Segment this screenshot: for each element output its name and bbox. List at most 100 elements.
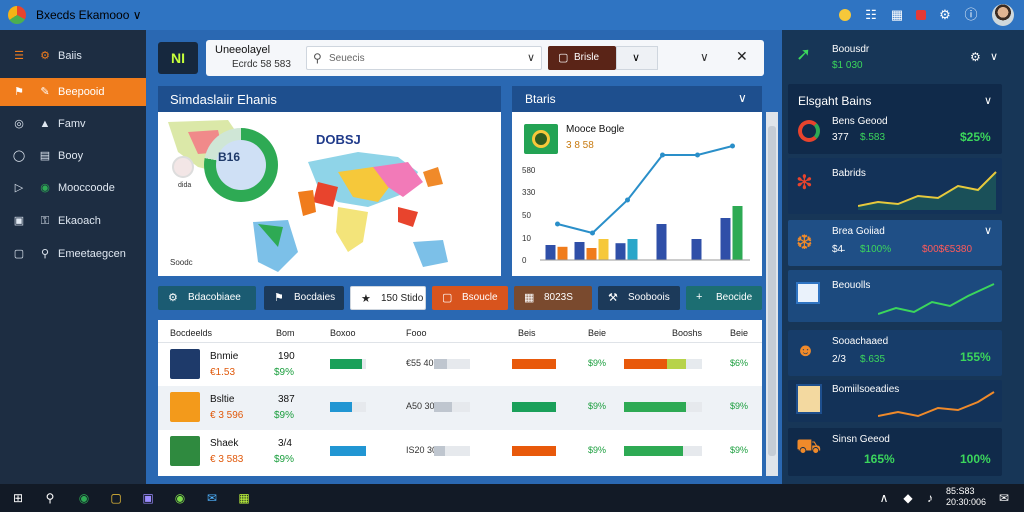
tab-0[interactable]: ⚙ Bdacobiaee <box>158 286 256 310</box>
right-card[interactable]: ❆ Brea Goiiad $4̵ $100% $00$€5380 ∨ <box>788 220 1002 266</box>
tab-label: Sooboois <box>628 292 670 303</box>
file-icon <box>170 436 200 466</box>
sidebar-item-0[interactable]: ☰ ⚙ Baiis <box>0 42 146 70</box>
y-tick: 330 <box>522 188 536 197</box>
header-dropdown[interactable]: ∨ <box>616 46 658 70</box>
sidebar-item-2[interactable]: ◎ ▲ Famv <box>0 110 146 138</box>
right-card[interactable]: Beouolls <box>788 270 1002 322</box>
tab-2[interactable]: ★ 150 Stido <box>350 286 426 310</box>
folder-icon[interactable]: ▢ <box>106 488 126 508</box>
sidebar-item-3[interactable]: ◯ ▤ Booy <box>0 142 146 170</box>
tab-label: Bocdaies <box>294 292 336 303</box>
settings-icon[interactable]: ⚙ <box>970 50 981 64</box>
column-header[interactable]: Fooo <box>406 328 427 338</box>
terminal-icon[interactable]: ▦ <box>234 488 254 508</box>
calendar-icon[interactable]: ▦ <box>888 6 906 24</box>
right-card[interactable]: ☻ Sooachaaed 2/3 $.635 155% <box>788 330 1002 376</box>
column-header[interactable]: Booshs <box>672 328 702 338</box>
window-icon: ▣ <box>13 215 25 227</box>
scrollbar-thumb[interactable] <box>768 126 776 456</box>
row-value: €1.53 <box>210 367 236 378</box>
play-icon: ▷ <box>14 182 24 194</box>
game-icon[interactable]: ◉ <box>170 488 190 508</box>
avatar[interactable] <box>992 4 1014 26</box>
sidebar-item-4[interactable]: ▷ ◉ Mooccoode <box>0 174 146 202</box>
row-value: € 3 596 <box>210 410 244 421</box>
file-icon <box>170 349 200 379</box>
bell-icon[interactable]: ⚙ <box>936 6 954 24</box>
chart-bar <box>615 243 626 260</box>
search-input[interactable]: ⚲ Seuecis ∨ <box>306 46 542 70</box>
table-row[interactable]: Bnmie €1.53 190 $9% €55 40 $9% $6% <box>158 342 762 386</box>
volume-icon[interactable]: ♪ <box>920 488 940 508</box>
chevron-down-icon[interactable]: ∨ <box>984 224 992 237</box>
chart-point <box>730 143 735 149</box>
row-rate: $9% <box>274 410 295 421</box>
card-v1: $4̵ <box>832 244 844 255</box>
tab-label: 150 Stido <box>381 293 424 304</box>
sidebar-item-1[interactable]: ⚑ ✎ Beepooid <box>0 78 146 106</box>
right-card[interactable]: ✻ Babrids <box>788 158 1002 214</box>
chevron-up-icon[interactable]: ∧ <box>874 488 894 508</box>
header-action-button[interactable]: ▢ Brisle <box>548 46 616 70</box>
coin-icon[interactable] <box>836 6 854 24</box>
app-icon[interactable]: ▣ <box>138 488 158 508</box>
grid-icon: ▦ <box>524 292 535 304</box>
sidebar-item-6[interactable]: ▢ ⚲ Emeetaegcen <box>0 240 146 268</box>
mail-icon[interactable]: ✉ <box>202 488 222 508</box>
tab-6[interactable]: + Beocide <box>686 286 762 310</box>
column-header[interactable]: Beis <box>518 328 536 338</box>
info-icon[interactable]: ⓘ <box>962 6 980 24</box>
chart-bar <box>598 239 609 260</box>
table-row[interactable]: Bsltie € 3 596 387 $9% A50 30 $9% $9% <box>158 386 762 430</box>
bar-line-chart[interactable] <box>540 130 750 270</box>
tab-1[interactable]: ⚑ Bocdaies <box>264 286 344 310</box>
record-icon[interactable] <box>912 6 930 24</box>
row-bar <box>512 359 556 369</box>
card-percent: 155% <box>960 350 991 364</box>
column-header[interactable]: Beie <box>588 328 606 338</box>
map-marker-icon[interactable] <box>172 156 194 178</box>
start-icon[interactable]: ⊞ <box>8 488 28 508</box>
right-card[interactable]: Elsgaht Bains ∨ Bens Geood 377 $.583 $25… <box>788 84 1002 154</box>
right-card[interactable]: Bomiilsoeadies <box>788 380 1002 422</box>
clock[interactable]: 85:S83 20:30:006 <box>946 486 986 508</box>
clock-date: 20:30:006 <box>946 497 987 507</box>
sidebar-item-5[interactable]: ▣ ⚿ Ekaoach <box>0 207 146 235</box>
app-title[interactable]: Bxecds Ekamooo ∨ <box>36 8 142 22</box>
clipboard-icon[interactable]: ☷ <box>862 6 880 24</box>
box-icon: ▢ <box>442 292 453 304</box>
column-header[interactable]: Beie <box>730 328 748 338</box>
chevron-down-icon[interactable]: ∨ <box>700 50 709 64</box>
tab-4[interactable]: ▦ 8023S <box>514 286 592 310</box>
card-percent: $00$€5380 <box>922 244 973 255</box>
browser-icon[interactable]: ◉ <box>74 488 94 508</box>
table-row[interactable]: Shaek € 3 583 3/4 $9% IS20 30 $9% $9% <box>158 430 762 474</box>
layers-icon: ☰ <box>14 50 24 62</box>
chevron-down-icon[interactable]: ∨ <box>738 91 747 105</box>
chart-panel-title: Btaris <box>525 92 556 106</box>
network-icon[interactable]: ◆ <box>898 488 918 508</box>
right-card[interactable]: ⛟ Sinsn Geeod 165% 100% <box>788 428 1002 476</box>
search-icon: ⚲ <box>313 51 322 65</box>
lock-icon: ⚿ <box>40 215 50 227</box>
search-icon[interactable]: ⚲ <box>40 488 60 508</box>
search-placeholder: Seuecis <box>329 53 365 64</box>
column-header[interactable]: Bocdeelds <box>170 328 212 338</box>
row-value: € 3 583 <box>210 454 244 465</box>
notification-icon[interactable]: ✉ <box>994 488 1014 508</box>
sidebar-item-label: Beepooid <box>58 86 105 98</box>
chart-point <box>695 152 700 158</box>
column-header[interactable]: Boxoo <box>330 328 356 338</box>
column-header[interactable]: Bom <box>276 328 295 338</box>
close-icon[interactable]: ✕ <box>736 48 748 65</box>
chevron-down-icon[interactable]: ∨ <box>990 50 998 63</box>
chevron-down-icon[interactable]: ∨ <box>527 51 535 64</box>
tab-3[interactable]: ▢ Bsoucle <box>432 286 508 310</box>
row-bar <box>434 402 452 412</box>
target-icon: ◉ <box>40 182 50 194</box>
row-text: A50 30 <box>406 401 435 411</box>
tab-5[interactable]: ⚒ Sooboois <box>598 286 680 310</box>
gear-icon: ⚙ <box>40 50 50 62</box>
chevron-down-icon[interactable]: ∨ <box>984 94 992 107</box>
